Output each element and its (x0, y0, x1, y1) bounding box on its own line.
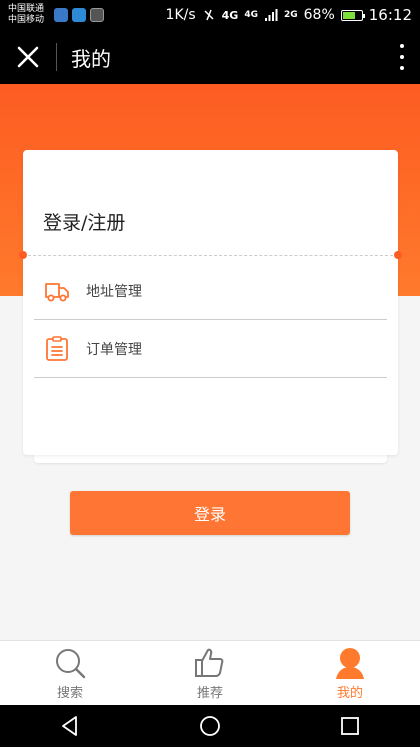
location-app-icon (72, 8, 86, 22)
card-divider (23, 255, 398, 256)
network-4g: 4G (221, 8, 239, 22)
carrier-2: 中国移动 (8, 15, 45, 25)
status-bar: 中国联通 中国移动 1K/s 4G 4G 2G 68% 16:12 (0, 0, 420, 30)
image-app-icon (90, 8, 104, 22)
menu-item-orders-label: 订单管理 (86, 341, 142, 358)
net-speed: 1K/s (165, 7, 196, 23)
login-register-link[interactable]: 登录/注册 (43, 208, 125, 235)
user-icon (336, 648, 364, 679)
close-icon (17, 46, 39, 68)
recent-apps-icon[interactable] (339, 715, 361, 737)
tab-mine-label: 我的 (336, 686, 363, 701)
thumbs-up-icon (195, 648, 224, 677)
back-icon[interactable] (59, 715, 81, 737)
battery-percent: 68% (303, 7, 335, 23)
network-4g-small: 4G (244, 10, 258, 20)
more-options-button[interactable] (398, 44, 406, 70)
network-2g: 2G (283, 10, 298, 20)
account-card: 登录/注册 地址管理 订单管理 (19, 150, 402, 455)
tab-search[interactable]: 搜索 (0, 641, 140, 706)
more-vertical-icon (400, 44, 404, 48)
menu-item-orders[interactable]: 订单管理 (34, 320, 387, 378)
menu-item-address-label: 地址管理 (86, 283, 142, 300)
tab-search-label: 搜索 (56, 686, 83, 701)
menu-item-address[interactable]: 地址管理 (34, 262, 387, 320)
clock: 16:12 (368, 6, 412, 24)
battery-level (342, 11, 355, 19)
card-notch-left (19, 251, 27, 259)
battery-icon (340, 9, 365, 21)
page-title: 我的 (71, 46, 111, 71)
system-nav-bar (0, 705, 420, 747)
tab-recommend-label: 推荐 (196, 686, 223, 701)
clipboard-icon (46, 335, 68, 361)
truck-icon (45, 282, 69, 301)
tab-mine[interactable]: 我的 (280, 641, 420, 706)
close-button[interactable] (0, 30, 56, 84)
vibrate-off-icon (204, 9, 214, 21)
tab-recommend[interactable]: 推荐 (140, 641, 280, 706)
notification-icons (54, 8, 166, 22)
carrier-names: 中国联通 中国移动 (8, 4, 48, 26)
login-button[interactable]: 登录 (70, 491, 350, 535)
title-divider (56, 43, 57, 71)
carrier-1: 中国联通 (8, 4, 45, 14)
search-icon (56, 649, 86, 679)
home-icon[interactable] (199, 715, 221, 737)
signal-icon (264, 9, 278, 21)
bottom-tab-bar: 搜索 推荐 我的 (0, 640, 420, 706)
notification-app-icon (54, 8, 68, 22)
title-bar: 我的 (0, 30, 420, 84)
card-notch-right (394, 251, 402, 259)
status-right: 1K/s 4G 4G 2G 68% 16:12 (166, 6, 412, 24)
